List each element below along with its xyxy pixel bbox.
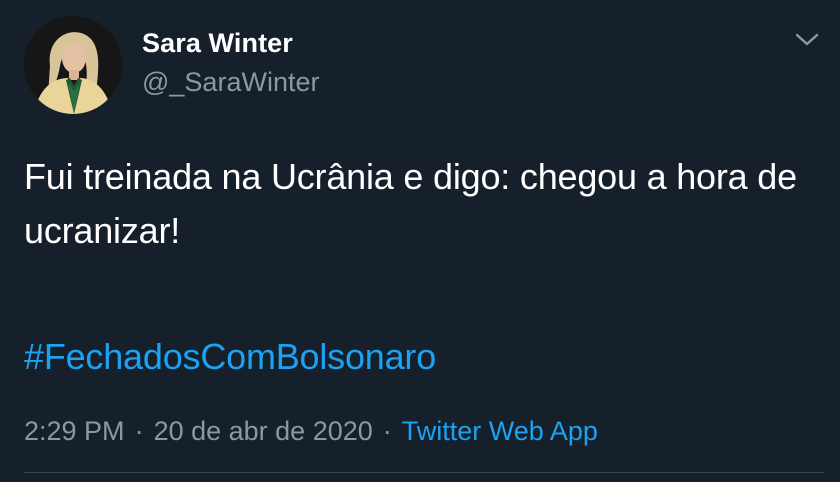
source-link[interactable]: Twitter Web App xyxy=(402,416,598,446)
tweet-text: Fui treinada na Ucrânia e digo: chegou a… xyxy=(24,156,797,251)
author-name[interactable]: Sara Winter xyxy=(142,28,293,59)
chevron-down-icon[interactable] xyxy=(794,30,820,50)
avatar[interactable] xyxy=(24,16,122,114)
meta-separator: · xyxy=(382,416,392,446)
author-handle[interactable]: @_SaraWinter xyxy=(142,67,319,98)
meta-separator: · xyxy=(134,416,144,446)
profile-photo xyxy=(24,16,122,114)
tweet-time[interactable]: 2:29 PM xyxy=(24,416,125,446)
tweet-card: Sara Winter @_SaraWinter Fui treinada na… xyxy=(0,0,840,482)
tweet-metadata: 2:29 PM · 20 de abr de 2020 · Twitter Web Ap… xyxy=(24,416,598,447)
divider xyxy=(24,472,824,473)
hashtag-link[interactable]: #FechadosComBolsonaro xyxy=(24,330,436,384)
tweet-date[interactable]: 20 de abr de 2020 xyxy=(154,416,373,446)
